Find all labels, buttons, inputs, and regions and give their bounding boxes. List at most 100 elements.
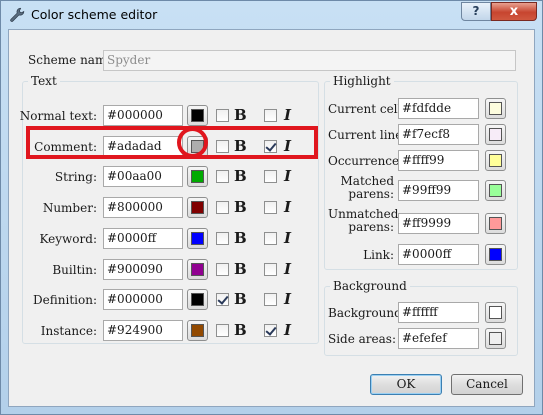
color-swatch: [191, 201, 204, 214]
annotation-highlight-circle: [177, 127, 208, 158]
bold-label: B: [234, 229, 247, 247]
window-title: Color scheme editor: [31, 7, 158, 22]
color-picker-button[interactable]: [187, 197, 208, 218]
highlight-color-input[interactable]: #f7ecf8: [398, 124, 479, 145]
italic-checkbox[interactable]: [264, 324, 277, 337]
dialog-body: Scheme name: Spyder Text Normal text: #00…: [8, 29, 535, 407]
color-picker-button[interactable]: [485, 98, 506, 119]
color-swatch: [489, 154, 502, 167]
color-picker-button[interactable]: [187, 105, 208, 126]
color-picker-button[interactable]: [187, 259, 208, 280]
italic-checkbox[interactable]: [264, 170, 277, 183]
highlight-row-label: Matched parens:: [340, 174, 395, 201]
color-swatch: [191, 293, 204, 306]
highlight-color-input[interactable]: #ff9999: [398, 213, 479, 234]
italic-label: I: [284, 260, 292, 278]
background-row-label: Side areas:: [328, 332, 397, 346]
italic-label: I: [284, 229, 292, 247]
text-color-input[interactable]: #800000: [103, 197, 183, 218]
highlight-row-label: Current line:: [328, 128, 407, 142]
italic-label: I: [284, 321, 292, 339]
highlight-color-input[interactable]: #ffff99: [398, 150, 479, 171]
color-picker-button[interactable]: [187, 166, 208, 187]
close-button[interactable]: x: [491, 2, 537, 21]
color-picker-button[interactable]: [485, 244, 506, 265]
highlight-row-label: Unmatched parens:: [328, 207, 399, 234]
italic-label: I: [284, 290, 292, 308]
text-color-input[interactable]: #924900: [103, 320, 183, 341]
bold-checkbox[interactable]: [216, 201, 229, 214]
color-picker-button[interactable]: [485, 213, 506, 234]
color-picker-button[interactable]: [187, 289, 208, 310]
bold-label: B: [234, 290, 247, 308]
italic-label: I: [284, 167, 292, 185]
italic-checkbox[interactable]: [264, 263, 277, 276]
background-row-label: Background:: [328, 306, 406, 320]
highlight-group-title: Highlight: [330, 74, 394, 88]
italic-label: I: [284, 198, 292, 216]
background-color-input[interactable]: #ffffff: [398, 302, 479, 323]
annotation-highlight-box: [26, 126, 318, 159]
text-group-title: Text: [28, 74, 60, 88]
italic-checkbox[interactable]: [264, 232, 277, 245]
cancel-button[interactable]: Cancel: [451, 374, 523, 395]
text-row-label: Number:: [42, 201, 97, 215]
help-button[interactable]: ?: [461, 2, 491, 21]
highlight-color-input[interactable]: #0000ff: [398, 244, 479, 265]
text-row-label: Builtin:: [52, 263, 97, 277]
color-picker-button[interactable]: [485, 150, 506, 171]
color-picker-button[interactable]: [485, 124, 506, 145]
color-swatch: [489, 102, 502, 115]
text-color-input[interactable]: #900090: [103, 259, 183, 280]
bold-checkbox[interactable]: [216, 232, 229, 245]
text-row-label: String:: [54, 170, 97, 184]
highlight-color-input[interactable]: #99ff99: [398, 180, 479, 201]
color-picker-button[interactable]: [485, 328, 506, 349]
text-row-label: Normal text:: [19, 109, 97, 123]
color-picker-button[interactable]: [485, 302, 506, 323]
color-swatch: [191, 324, 204, 337]
background-color-input[interactable]: #efefef: [398, 328, 479, 349]
color-swatch: [489, 306, 502, 319]
color-swatch: [191, 170, 204, 183]
highlight-row-label: Current cell:: [328, 102, 406, 116]
color-swatch: [489, 217, 502, 230]
highlight-row-label: Link:: [363, 248, 394, 262]
italic-label: I: [284, 106, 292, 124]
highlight-color-input[interactable]: #fdfdde: [398, 98, 479, 119]
italic-checkbox[interactable]: [264, 293, 277, 306]
bold-label: B: [234, 106, 247, 124]
text-color-input[interactable]: #0000ff: [103, 228, 183, 249]
color-picker-button[interactable]: [187, 320, 208, 341]
scheme-name-field: Spyder: [103, 50, 516, 71]
color-swatch: [489, 128, 502, 141]
bold-label: B: [234, 198, 247, 216]
color-swatch: [489, 332, 502, 345]
bold-checkbox[interactable]: [216, 170, 229, 183]
color-swatch: [191, 263, 204, 276]
bold-checkbox[interactable]: [216, 324, 229, 337]
ok-button[interactable]: OK: [370, 374, 442, 395]
background-group-title: Background: [330, 279, 410, 293]
bold-checkbox[interactable]: [216, 293, 229, 306]
text-color-input[interactable]: #00aa00: [103, 166, 183, 187]
bold-label: B: [234, 321, 247, 339]
bold-checkbox[interactable]: [216, 263, 229, 276]
text-row-label: Instance:: [40, 324, 97, 338]
bold-checkbox[interactable]: [216, 109, 229, 122]
highlight-row-label: Occurrence:: [328, 154, 404, 168]
color-picker-button[interactable]: [187, 228, 208, 249]
text-row-label: Keyword:: [39, 232, 97, 246]
italic-checkbox[interactable]: [264, 109, 277, 122]
color-swatch: [489, 248, 502, 261]
color-swatch: [191, 109, 204, 122]
color-picker-button[interactable]: [485, 180, 506, 201]
text-color-input[interactable]: #000000: [103, 105, 183, 126]
italic-checkbox[interactable]: [264, 201, 277, 214]
text-color-input[interactable]: #000000: [103, 289, 183, 310]
bold-label: B: [234, 260, 247, 278]
color-swatch: [489, 184, 502, 197]
bold-label: B: [234, 167, 247, 185]
color-swatch: [191, 232, 204, 245]
title-bar[interactable]: Color scheme editor ? x: [1, 1, 542, 29]
